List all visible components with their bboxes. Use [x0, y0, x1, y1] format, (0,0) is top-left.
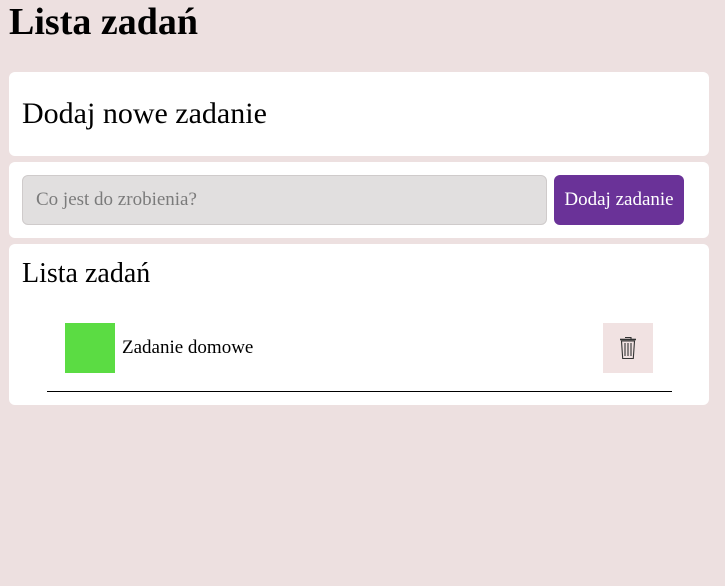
add-task-form: Dodaj zadanie — [9, 162, 709, 238]
task-complete-toggle[interactable] — [65, 323, 115, 373]
list-divider — [47, 391, 672, 392]
add-task-button[interactable]: Dodaj zadanie — [554, 175, 684, 225]
task-list-title: Lista zadań — [22, 258, 151, 289]
page-title: Lista zadań — [9, 1, 198, 43]
task-input[interactable] — [22, 175, 547, 225]
add-task-heading: Dodaj nowe zadanie — [22, 97, 267, 130]
task-list-card: Lista zadań Zadanie domowe — [9, 244, 709, 405]
add-task-header-card: Dodaj nowe zadanie — [9, 72, 709, 156]
list-item: Zadanie domowe — [65, 323, 653, 373]
delete-task-button[interactable] — [603, 323, 653, 373]
task-label: Zadanie domowe — [122, 337, 254, 358]
trash-icon — [618, 335, 638, 361]
